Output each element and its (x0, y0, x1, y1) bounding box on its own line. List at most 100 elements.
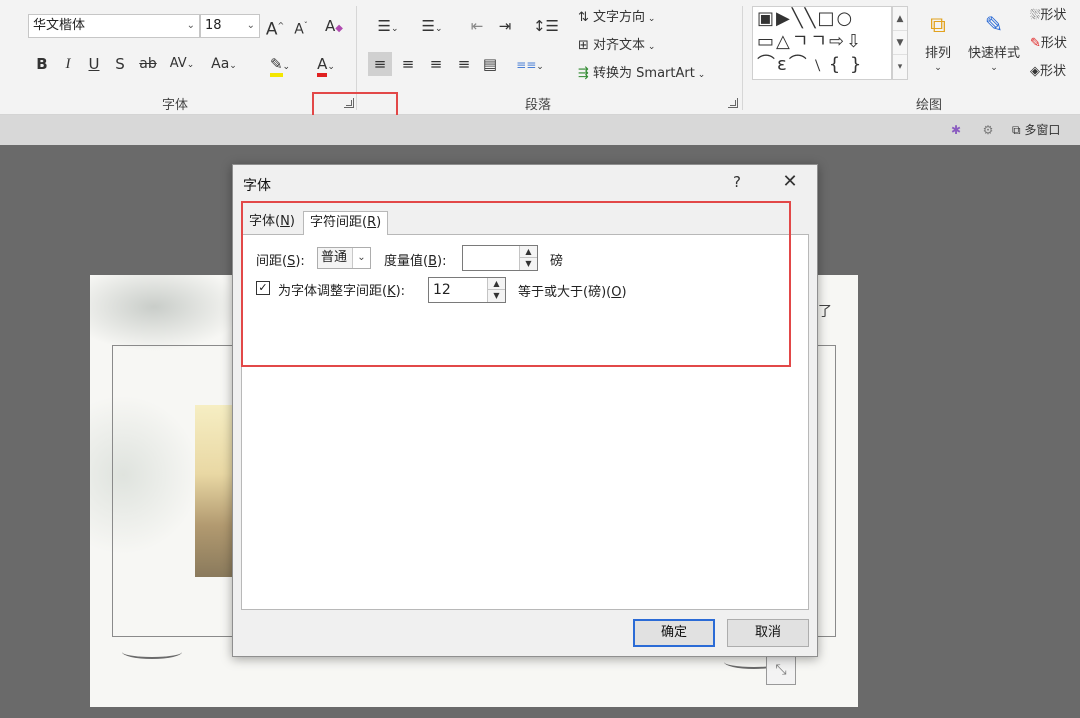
align-center-button[interactable]: ≡ (396, 52, 420, 76)
tab-font-hotkey: N (280, 214, 290, 229)
line-spacing-icon: ↕☰ (532, 17, 559, 35)
shapes-row: ⌒ε⌒﹨{ } (757, 54, 864, 75)
font-name-combo[interactable]: 华文楷体 ⌄ (28, 14, 200, 38)
bold-button[interactable]: B (32, 52, 52, 76)
font-dialog: 字体 ? ✕ 字体(N) 字符间距(R) 间距(S): 普通 ⌄ 度量值(B):… (232, 164, 818, 657)
justify-button[interactable]: ≡ (452, 52, 476, 76)
character-spacing-button[interactable]: AV⌄ (164, 52, 200, 76)
font-color-button[interactable]: A⌄ (306, 52, 346, 77)
highlight-button[interactable]: ✎⌄ (260, 52, 300, 77)
justify-icon: ≡ (457, 55, 471, 73)
tab-character-spacing[interactable]: 字符间距(R) (303, 211, 389, 235)
chevron-down-icon: ⌄ (186, 60, 195, 70)
spin-down-icon[interactable]: ▼ (520, 258, 537, 270)
close-button[interactable]: ✕ (779, 171, 801, 192)
line-spacing-button[interactable]: ↕☰ (528, 14, 564, 38)
clear-formatting-button[interactable]: A◆ (322, 14, 346, 38)
align-left-button[interactable]: ≡ (368, 52, 392, 76)
columns-button[interactable]: ≡≡⌄ (512, 52, 548, 76)
gear-icon[interactable]: ⚙ (978, 121, 998, 139)
font-size-combo[interactable]: 18 ⌄ (200, 14, 260, 38)
dialog-title: 字体 (243, 178, 271, 194)
convert-smartart-button[interactable]: ⇶ 转换为 SmartArt ⌄ (578, 62, 728, 86)
text-direction-button[interactable]: ⇅ 文字方向 ⌄ (578, 6, 674, 30)
increase-indent-button[interactable]: ⇥ (494, 14, 516, 38)
text-direction-label: 文字方向 (593, 10, 646, 25)
strike-label: ab (139, 56, 157, 72)
chevron-down-icon: ⌄ (390, 24, 399, 34)
more-icon[interactable]: ▾ (893, 55, 907, 79)
kerning-label-text: 为字体调整字间距( (278, 284, 388, 299)
change-case-button[interactable]: Aa⌄ (206, 52, 242, 76)
spin-down-icon[interactable]: ▼ (488, 290, 505, 302)
align-right-button[interactable]: ≡ (424, 52, 448, 76)
numbered-list-icon: ☰ (421, 17, 435, 35)
shapes-row: ▣▶╲╲□○ (757, 8, 855, 29)
shape-fill-button[interactable]: ⛆形状 (1030, 4, 1080, 28)
decrease-indent-button[interactable]: ⇤ (466, 14, 488, 38)
case-label: Aa (211, 56, 230, 72)
kerning-unit-text: 等于或大于(磅)( (518, 285, 612, 300)
font-color-label: A (317, 55, 328, 77)
grow-font-button[interactable]: A^ (264, 14, 286, 40)
chevron-down-icon: ⌄ (352, 248, 370, 268)
italic-button[interactable]: I (58, 52, 78, 76)
cancel-button[interactable]: 取消 (727, 619, 809, 647)
spinner-buttons[interactable]: ▲ ▼ (487, 278, 505, 302)
multi-window-button[interactable]: ⧉ 多窗口 (1012, 121, 1080, 139)
slide-photo[interactable] (195, 405, 235, 577)
shape-outline-button[interactable]: ✎形状 (1030, 32, 1080, 56)
spin-up-icon[interactable]: ▲ (488, 278, 505, 290)
slide-side-text: 了 (818, 304, 832, 320)
kerning-spinner[interactable]: 12 ▲ ▼ (428, 277, 506, 303)
shape-effects-label: 形状 (1040, 64, 1067, 79)
arrange-button[interactable]: ⧉ 排列 ⌄ (918, 6, 958, 86)
chevron-down-icon[interactable]: ▼ (893, 31, 907, 55)
help-button[interactable]: ? (729, 173, 745, 191)
shrink-font-button[interactable]: Aˇ (290, 14, 312, 38)
align-text-label: 对齐文本 (593, 38, 646, 53)
kerning-checkbox[interactable]: ✓ (256, 281, 270, 295)
bamboo-decoration (90, 275, 250, 355)
shadow-label: S (115, 55, 125, 73)
font-dialog-launcher[interactable] (344, 98, 354, 108)
by-spinner[interactable]: ▲ ▼ (462, 245, 538, 271)
ribbon: 华文楷体 ⌄ 18 ⌄ A^ Aˇ A◆ B I U S ab AV⌄ Aa⌄ … (0, 0, 1080, 115)
spinner-buttons[interactable]: ▲ ▼ (519, 246, 537, 270)
convert-smartart-label: 转换为 SmartArt (593, 66, 695, 81)
shape-fill-label: 形状 (1040, 8, 1067, 23)
chevron-down-icon: ⌄ (327, 62, 335, 72)
clear-formatting-icon: A◆ (325, 17, 343, 35)
strikethrough-button[interactable]: ab (136, 52, 160, 76)
quick-styles-button[interactable]: ✎ 快速样式 ⌄ (962, 6, 1026, 86)
distributed-button[interactable]: ▤ (478, 52, 502, 76)
spacing-select-value: 普通 (321, 250, 348, 265)
chevron-up-icon[interactable]: ▲ (893, 7, 907, 31)
resize-icon[interactable]: ⤡ (766, 655, 796, 685)
tab-spacing-hotkey: R (367, 215, 377, 230)
font-group-label: 字体 (162, 98, 189, 113)
align-text-button[interactable]: ⊞ 对齐文本 ⌄ (578, 34, 674, 58)
shapes-gallery[interactable]: ▣▶╲╲□○ ▭△ㄱㄱ⇨⇩ ⌒ε⌒﹨{ } (752, 6, 892, 80)
numbering-button[interactable]: ☰⌄ (414, 14, 450, 38)
chevron-down-icon: ⌄ (645, 14, 656, 24)
underline-button[interactable]: U (84, 52, 104, 76)
paragraph-dialog-launcher[interactable] (728, 98, 738, 108)
text-shadow-button[interactable]: S (110, 52, 130, 76)
chevron-down-icon: ⌄ (694, 70, 706, 80)
font-size-value: 18 (205, 18, 222, 33)
shape-effects-button[interactable]: ◈形状 (1030, 60, 1080, 84)
arrange-label: 排列 (924, 46, 951, 61)
spacing-suffix: ): (295, 254, 305, 269)
tab-font[interactable]: 字体(N) (243, 211, 301, 235)
spin-up-icon[interactable]: ▲ (520, 246, 537, 258)
shapes-gallery-scroll[interactable]: ▲ ▼ ▾ (892, 6, 908, 80)
spacing-select[interactable]: 普通 ⌄ (317, 247, 371, 269)
chevron-down-icon: ⌄ (186, 20, 195, 31)
ok-button[interactable]: 确定 (633, 619, 715, 647)
bullets-button[interactable]: ☰⌄ (370, 14, 406, 38)
pin-icon[interactable]: ✱ (946, 121, 966, 139)
paint-bucket-icon: ⛆ (1030, 8, 1041, 23)
chevron-down-icon: ⌄ (229, 61, 237, 71)
decrease-indent-icon: ⇤ (470, 17, 484, 35)
